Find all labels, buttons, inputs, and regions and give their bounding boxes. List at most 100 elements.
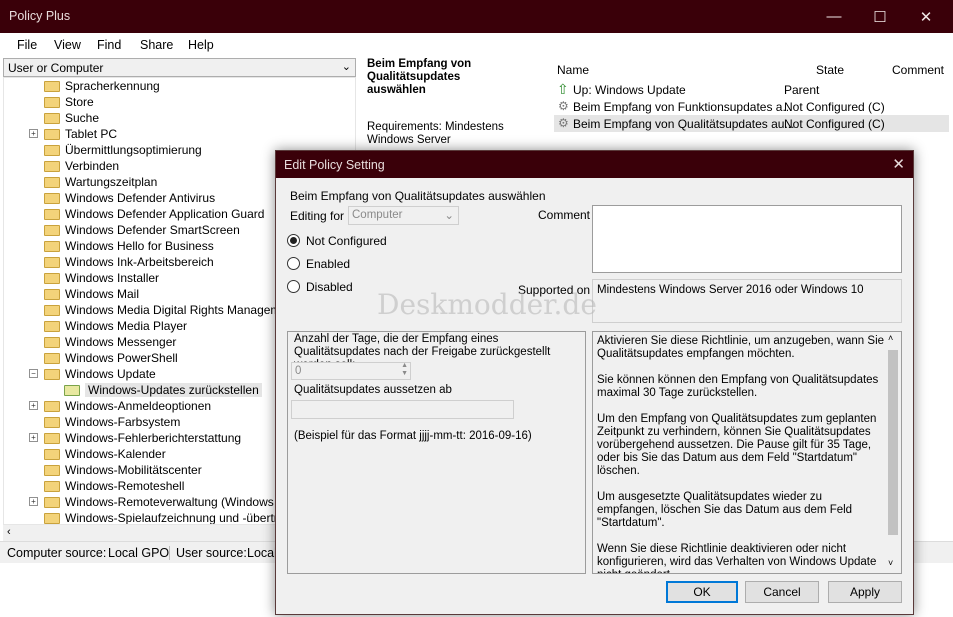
tree-item[interactable]: − Windows Update [29,366,156,382]
tree-item[interactable]: Wartungszeitplan [44,174,157,190]
list-row-state: Not Configured (C) [784,117,885,131]
expand-icon[interactable]: + [29,497,38,506]
tree-item[interactable]: Windows Media Digital Rights Management … [44,302,304,318]
folder-icon [44,448,60,460]
help-paragraph: Wenn Sie diese Richtlinie deaktivieren o… [597,543,877,573]
cancel-button[interactable]: Cancel [745,581,819,603]
policy-setting-icon: ⚙ [558,99,569,113]
tree-item[interactable]: Windows Defender SmartScreen [44,222,240,238]
folder-icon [44,464,60,476]
list-row-name: Up: Windows Update [573,83,686,97]
tree-item[interactable]: Windows-Mobilitätscenter [44,462,202,478]
expand-icon[interactable]: + [29,129,38,138]
menu-bar: File View Find Share Help [0,33,953,57]
tree-item[interactable]: Windows Defender Antivirus [44,190,215,206]
tree-item[interactable]: Windows Defender Application Guard [44,206,264,222]
tree-item[interactable]: Windows Media Player [44,318,187,334]
tree-item[interactable]: Windows-Spielaufzeichnung und -übertragu… [44,510,304,524]
tree-item-label: Windows-Farbsystem [65,415,181,429]
computer-source-label: Computer source: [7,546,107,560]
list-row[interactable]: ⚙ Beim Empfang von Funktionsupdates a...… [554,98,949,115]
folder-icon [44,192,60,204]
menu-help[interactable]: Help [188,38,214,52]
tree-item[interactable]: Windows Installer [44,270,159,286]
tree-item[interactable]: Windows Hello for Business [44,238,214,254]
tree-item[interactable]: Windows-Farbsystem [44,414,180,430]
folder-icon [44,336,60,348]
radio-not-configured-label[interactable]: Not Configured [306,234,387,248]
collapse-icon[interactable]: − [29,369,38,378]
tree-item-label: Windows Defender Application Guard [65,207,265,221]
tree-item-label: Windows Defender Antivirus [65,191,216,205]
dialog-close-icon[interactable]: ✕ [892,155,905,173]
column-header-name[interactable]: Name [557,63,589,77]
tree-item-label: Spracherkennung [65,79,160,93]
tree-item-label: Verbinden [65,159,120,173]
help-scrollbar[interactable]: ˄ ˅ [885,332,901,573]
radio-disabled[interactable] [287,280,300,293]
radio-disabled-label[interactable]: Disabled [306,280,353,294]
tree-item[interactable]: Windows PowerShell [44,350,178,366]
help-paragraph: Um ausgesetzte Qualitätsupdates wieder z… [597,491,853,529]
tree-item-label: Windows Update [65,367,156,381]
help-paragraph: Sie können können den Empfang von Qualit… [597,374,879,399]
tree-item[interactable]: Windows Ink-Arbeitsbereich [44,254,214,270]
comment-field[interactable] [592,205,902,273]
expand-icon[interactable]: + [29,433,38,442]
tree-item[interactable]: + Windows-Anmeldeoptionen [29,398,211,414]
user-source-label: User source: [169,546,247,560]
menu-file[interactable]: File [17,38,37,52]
ok-button[interactable]: OK [666,581,738,603]
scroll-down-icon[interactable]: ˅ [888,558,893,568]
scroll-left-icon[interactable]: ‹ [7,526,11,538]
format-hint: (Beispiel für das Format jjjj-mm-tt: 201… [294,430,532,442]
apply-button[interactable]: Apply [828,581,902,603]
column-header-comment[interactable]: Comment [892,63,944,77]
tree-item[interactable]: Spracherkennung [44,78,160,94]
menu-view[interactable]: View [54,38,81,52]
radio-enabled[interactable] [287,257,300,270]
tree-item-label: Windows Media Digital Rights Management … [65,303,305,317]
chevron-down-icon: ⌄ [444,210,454,222]
tree-item[interactable]: Verbinden [44,158,119,174]
tree-item[interactable]: Windows Mail [44,286,139,302]
tree-item[interactable]: Suche [44,110,99,126]
menu-share[interactable]: Share [140,38,173,52]
list-row-up[interactable]: ⇧ Up: Windows Update Parent [554,81,949,98]
list-row-state: Not Configured (C) [784,100,885,114]
tree-item[interactable]: + Windows-Remoteverwaltung (Windows Rem [29,494,302,510]
maximize-button[interactable]: ☐ [857,0,903,33]
scope-dropdown[interactable]: User or Computer ⌄ [3,58,356,77]
list-row-selected[interactable]: ⚙ Beim Empfang von Qualitätsupdates au..… [554,115,949,132]
folder-icon [44,480,60,492]
tree-item[interactable]: Store [44,94,94,110]
minimize-button[interactable]: — [811,0,857,33]
radio-not-configured[interactable] [287,234,300,247]
menu-find[interactable]: Find [97,38,121,52]
scroll-thumb[interactable] [888,350,898,535]
tree-item[interactable]: + Tablet PC [29,126,117,142]
tree-item[interactable]: Windows-Kalender [44,446,166,462]
tree-item[interactable]: Übermittlungsoptimierung [44,142,202,158]
options-panel: Anzahl der Tage, die der Empfang eines Q… [287,331,586,574]
close-button[interactable]: ✕ [903,0,949,33]
folder-icon [44,432,60,444]
tree-item[interactable]: Windows Messenger [44,334,176,350]
column-header-state[interactable]: State [816,63,844,77]
tree-item-label: Suche [65,111,100,125]
days-value: 0 [295,365,302,377]
help-text-panel: Aktivieren Sie diese Richtlinie, um anzu… [592,331,902,574]
tree-item[interactable]: Windows-Remoteshell [44,478,184,494]
dialog-title-bar: Edit Policy Setting ✕ [276,151,913,178]
folder-icon [44,80,60,92]
folder-icon [44,400,60,412]
expand-icon[interactable]: + [29,401,38,410]
tree-item-selected[interactable]: Windows-Updates zurückstellen [64,382,262,398]
tree-item-label: Windows Installer [65,271,160,285]
scroll-up-icon[interactable]: ˄ [888,333,893,343]
radio-enabled-label[interactable]: Enabled [306,257,350,271]
stepper-arrows-icon: ▲ ▼ [401,362,408,377]
tree-item-label: Windows Mail [65,287,140,301]
tree-item-label: Windows-Remoteshell [65,479,185,493]
tree-item[interactable]: + Windows-Fehlerberichterstattung [29,430,241,446]
